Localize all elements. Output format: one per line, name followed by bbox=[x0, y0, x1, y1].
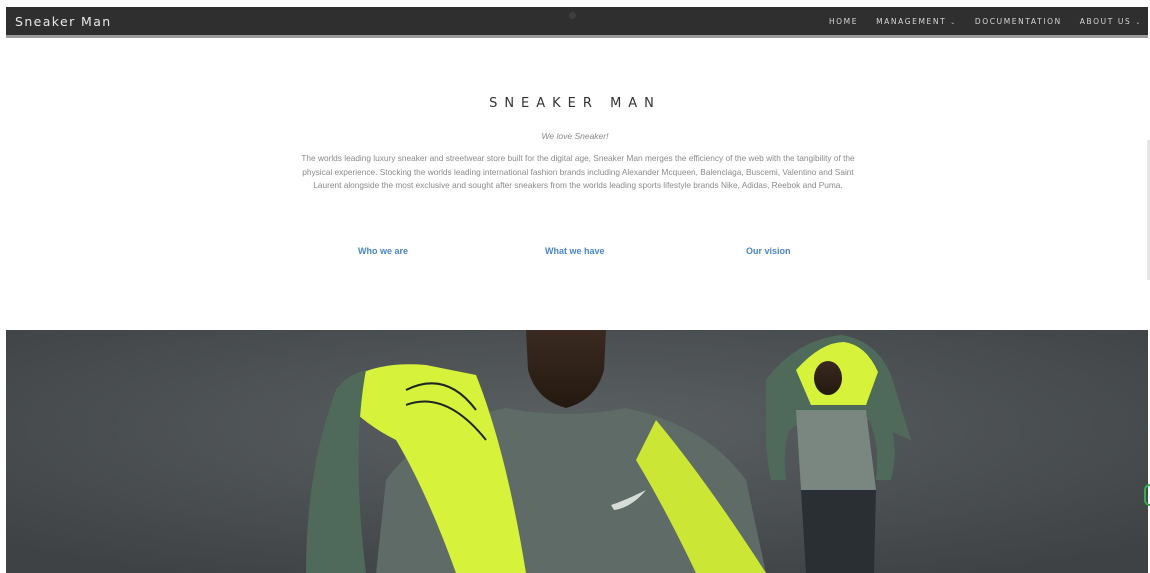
side-widget-handle[interactable] bbox=[1144, 484, 1150, 506]
nav-documentation[interactable]: DOCUMENTATION bbox=[975, 17, 1062, 26]
chevron-down-icon: ⌄ bbox=[1135, 19, 1142, 26]
tagline: We love Sneaker! bbox=[541, 131, 609, 141]
page-title: SNEAKER MAN bbox=[489, 96, 661, 111]
hero-image bbox=[6, 330, 1148, 573]
intro-section: SNEAKER MAN We love Sneaker! The worlds … bbox=[0, 38, 1150, 330]
nav-management-label: MANAGEMENT bbox=[876, 17, 947, 26]
who-we-are-link[interactable]: Who we are bbox=[358, 246, 408, 256]
chevron-down-icon: ⌄ bbox=[950, 19, 957, 26]
page: Sneaker Man HOME MANAGEMENT ⌄ DOCUMENTATI… bbox=[0, 0, 1150, 573]
brand-logo[interactable]: Sneaker Man bbox=[15, 14, 112, 29]
our-vision-link[interactable]: Our vision bbox=[746, 246, 791, 256]
nav-about-us-label: ABOUT US bbox=[1079, 17, 1132, 26]
top-navbar: Sneaker Man HOME MANAGEMENT ⌄ DOCUMENTATI… bbox=[6, 7, 1148, 38]
what-we-have-link[interactable]: What we have bbox=[545, 246, 605, 256]
hero-athletes-illustration bbox=[6, 330, 1148, 573]
nav-home-label: HOME bbox=[828, 17, 859, 26]
store-description: The worlds leading luxury sneaker and st… bbox=[301, 153, 855, 190]
nav-documentation-label: DOCUMENTATION bbox=[974, 17, 1062, 26]
nav-home[interactable]: HOME bbox=[829, 17, 858, 26]
nav-links: HOME MANAGEMENT ⌄ DOCUMENTATION ABOUT US ⌄ bbox=[829, 17, 1142, 26]
nav-management[interactable]: MANAGEMENT ⌄ bbox=[876, 17, 957, 26]
navbar-dot bbox=[569, 12, 576, 19]
nav-about-us[interactable]: ABOUT US ⌄ bbox=[1080, 17, 1142, 26]
